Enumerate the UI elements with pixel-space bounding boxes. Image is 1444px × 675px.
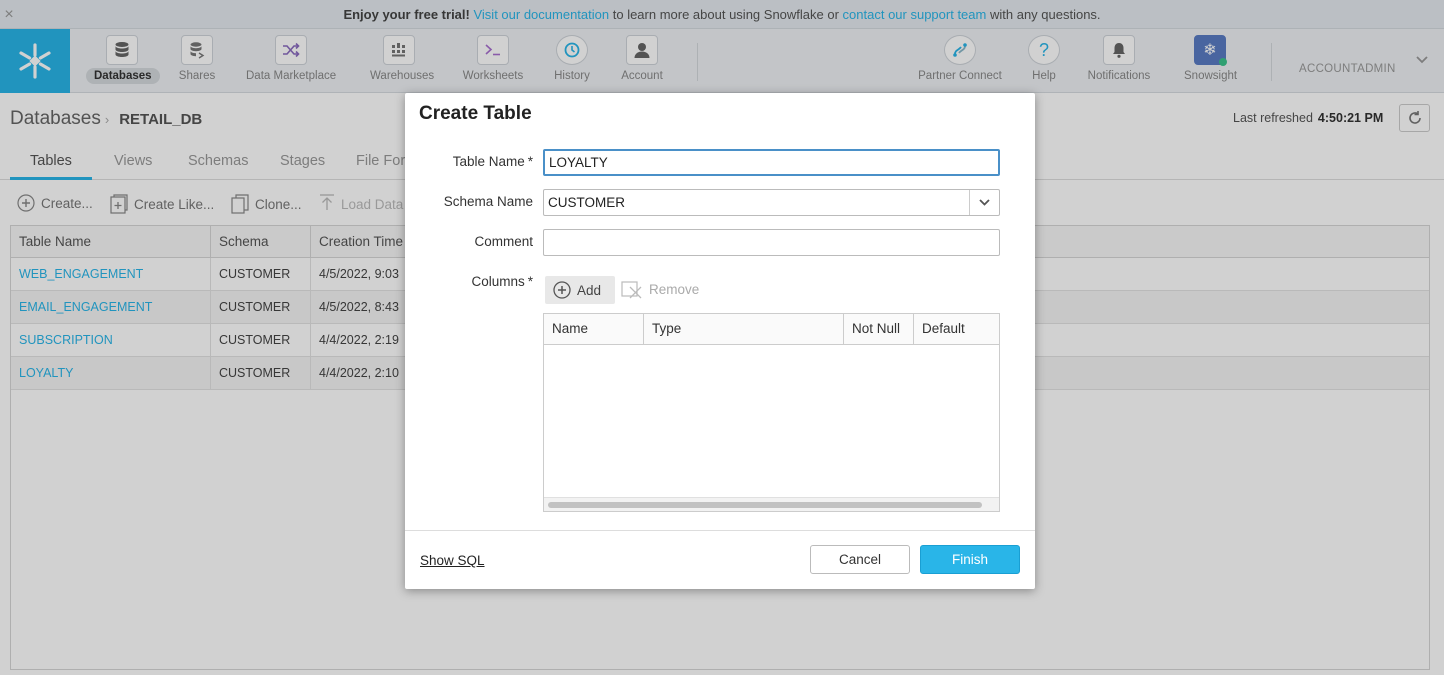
chevron-down-icon[interactable] xyxy=(969,190,999,215)
remove-label: Remove xyxy=(649,281,700,297)
comment-label: Comment xyxy=(474,234,533,249)
column-header-not-null: Not Null xyxy=(844,314,914,345)
remove-column-button[interactable]: Remove xyxy=(621,279,699,299)
required-mark: * xyxy=(527,154,533,169)
create-table-dialog: Create Table Table Name* Schema Name CUS… xyxy=(405,93,1035,589)
plus-circle-icon xyxy=(553,281,571,299)
add-column-button[interactable]: Add xyxy=(545,276,615,304)
schema-name-label: Schema Name xyxy=(443,194,533,209)
add-label: Add xyxy=(577,282,602,298)
dialog-title: Create Table xyxy=(419,103,532,124)
columns-grid: Name Type Not Null Default xyxy=(543,313,1000,512)
show-sql-link[interactable]: Show SQL xyxy=(420,553,485,568)
required-mark: * xyxy=(527,274,533,289)
table-name-label: Table Name * xyxy=(453,154,533,169)
comment-input[interactable] xyxy=(543,229,1000,256)
column-header-name: Name xyxy=(544,314,644,345)
columns-label: Columns * xyxy=(471,274,533,289)
column-header-type: Type xyxy=(644,314,844,345)
schema-name-select[interactable]: CUSTOMER xyxy=(543,189,1000,216)
horizontal-scrollbar[interactable] xyxy=(544,497,999,511)
columns-label-text: Columns xyxy=(471,274,525,289)
cancel-button[interactable]: Cancel xyxy=(810,545,910,574)
table-name-input[interactable] xyxy=(543,149,1000,176)
table-name-label-text: Table Name xyxy=(452,154,525,169)
remove-icon xyxy=(621,279,643,299)
finish-button[interactable]: Finish xyxy=(920,545,1020,574)
schema-name-value: CUSTOMER xyxy=(548,195,626,210)
dialog-footer-divider xyxy=(405,530,1035,531)
scrollbar-thumb[interactable] xyxy=(548,502,982,508)
column-header-default: Default xyxy=(914,314,999,345)
